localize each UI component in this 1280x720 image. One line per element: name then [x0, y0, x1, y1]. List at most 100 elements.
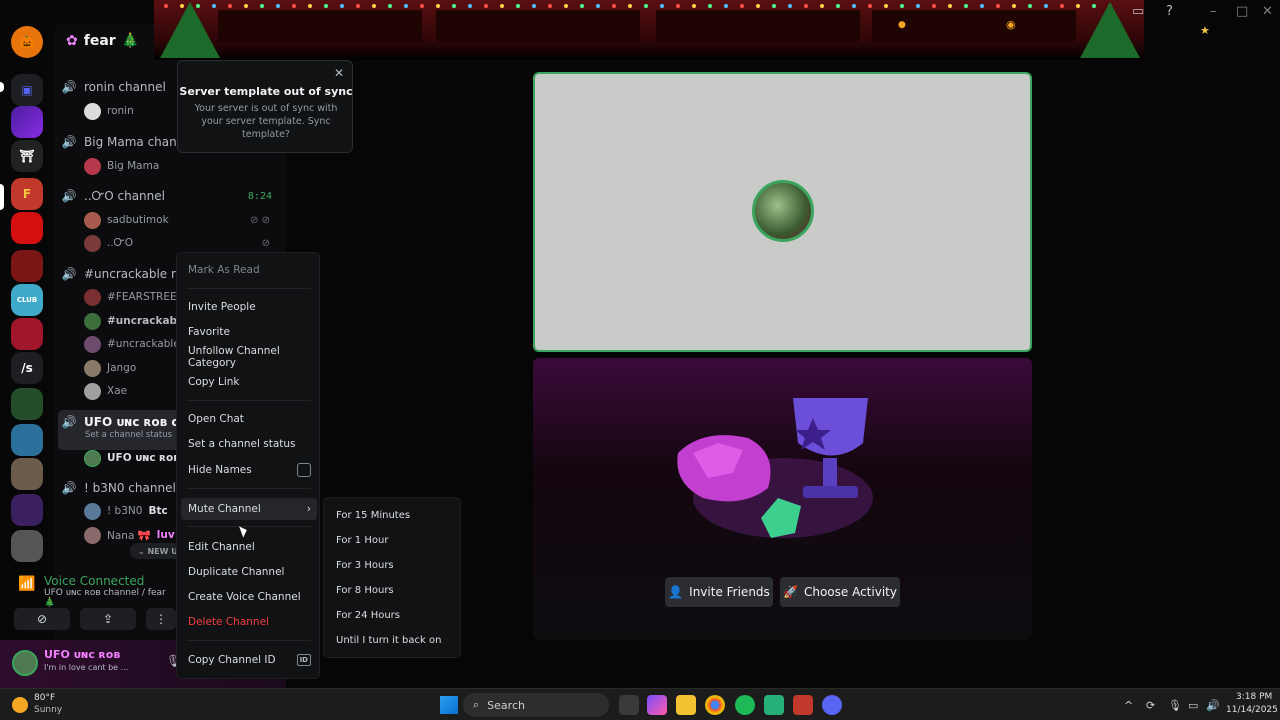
- camera-off-icon[interactable]: ⊘: [14, 608, 70, 630]
- server-name: fear: [83, 33, 116, 49]
- muted-icon: ⊘ ⊘: [250, 214, 270, 226]
- server-icon[interactable]: [11, 424, 43, 456]
- server-icon[interactable]: ⛩: [11, 140, 43, 172]
- mute-24-hours[interactable]: For 24 Hours: [328, 604, 458, 626]
- menu-mark-as-read[interactable]: Mark As Read: [181, 259, 317, 281]
- server-icon[interactable]: [11, 212, 43, 244]
- chevron-up-icon[interactable]: ^: [1124, 699, 1133, 712]
- network-app-icon[interactable]: ⟳: [1146, 699, 1155, 712]
- menu-edit-channel[interactable]: Edit Channel: [181, 536, 317, 558]
- folder-icon[interactable]: ▣: [11, 74, 43, 106]
- server-icon[interactable]: [11, 318, 43, 350]
- server-icon[interactable]: [11, 530, 43, 562]
- server-icon-active[interactable]: 🎃: [11, 26, 43, 58]
- voice-user[interactable]: Big Mama: [84, 156, 274, 176]
- id-icon: ID: [296, 654, 311, 666]
- light-bulb: [372, 4, 376, 8]
- server-icon[interactable]: [11, 388, 43, 420]
- weather-temp[interactable]: 80°F: [34, 693, 55, 703]
- mute-8-hours[interactable]: For 8 Hours: [328, 579, 458, 601]
- menu-invite-people[interactable]: Invite People: [181, 296, 317, 318]
- light-bulb: [1028, 4, 1032, 8]
- voice-channel-o[interactable]: 🔊 ..ᏅO channel 8:24: [62, 185, 282, 207]
- light-bulb: [532, 4, 536, 8]
- mic-tray-icon[interactable]: 🎙: [1168, 699, 1182, 712]
- invite-friends-button[interactable]: 👤 Invite Friends: [665, 577, 773, 607]
- help-icon[interactable]: ?: [1166, 4, 1173, 19]
- choose-activity-button[interactable]: 🚀 Choose Activity: [780, 577, 900, 607]
- popup-title: Server template out of sync: [179, 85, 353, 98]
- start-icon[interactable]: [440, 696, 458, 714]
- app-icon[interactable]: [764, 695, 784, 715]
- close-window-icon[interactable]: ✕: [1262, 4, 1273, 19]
- taskbar-search[interactable]: ⌕ Search: [463, 693, 609, 717]
- maximize-icon[interactable]: □: [1236, 4, 1248, 19]
- light-bulb: [228, 4, 232, 8]
- app-icon[interactable]: [793, 695, 813, 715]
- light-bulb: [308, 4, 312, 8]
- server-icon[interactable]: /s: [11, 352, 43, 384]
- menu-delete-channel[interactable]: Delete Channel: [181, 611, 317, 633]
- banner-panel: [656, 10, 860, 42]
- avatar: [84, 382, 101, 400]
- menu-favorite[interactable]: Favorite: [181, 321, 317, 343]
- server-icon[interactable]: F: [11, 178, 43, 210]
- server-icon[interactable]: [11, 250, 43, 282]
- light-bulb: [436, 4, 440, 8]
- light-bulb: [692, 4, 696, 8]
- menu-copy-channel-id[interactable]: Copy Channel ID ID: [181, 649, 317, 671]
- close-icon[interactable]: ✕: [334, 66, 344, 80]
- speaker-icon: 🔊: [61, 80, 77, 94]
- volume-icon[interactable]: 🔊: [1206, 699, 1220, 712]
- screen-share-icon[interactable]: ⇪: [80, 608, 136, 630]
- menu-duplicate-channel[interactable]: Duplicate Channel: [181, 561, 317, 583]
- chrome-icon[interactable]: [705, 695, 725, 715]
- menu-open-chat[interactable]: Open Chat: [181, 408, 317, 430]
- task-view-icon[interactable]: [619, 695, 639, 715]
- server-icon[interactable]: [11, 458, 43, 490]
- server-icon[interactable]: CLUB: [11, 284, 43, 316]
- light-bulb: [420, 4, 424, 8]
- mute-3-hours[interactable]: For 3 Hours: [328, 554, 458, 576]
- file-explorer-icon[interactable]: [676, 695, 696, 715]
- spotify-icon[interactable]: [735, 695, 755, 715]
- channel-context-menu: Mark As Read Invite People Favorite Unfo…: [176, 252, 320, 679]
- avatar: [84, 502, 101, 520]
- menu-copy-link[interactable]: Copy Link: [181, 371, 317, 393]
- holiday-banner: ● ◉ ★: [154, 0, 1210, 60]
- light-bulb: [932, 4, 936, 8]
- menu-set-channel-status[interactable]: Set a channel status: [181, 433, 317, 455]
- menu-hide-names[interactable]: Hide Names: [181, 459, 317, 481]
- menu-unfollow-category[interactable]: Unfollow Channel Category: [181, 345, 317, 369]
- wifi-icon[interactable]: ▭: [1188, 699, 1198, 712]
- mute-15-minutes[interactable]: For 15 Minutes: [328, 504, 458, 526]
- light-bulb: [1012, 4, 1016, 8]
- menu-create-voice-channel[interactable]: Create Voice Channel: [181, 586, 317, 608]
- mute-until-turned-on[interactable]: Until I turn it back on: [328, 629, 458, 651]
- voice-status[interactable]: Voice Connected: [44, 574, 144, 588]
- discord-icon[interactable]: [822, 695, 842, 715]
- copilot-icon[interactable]: [647, 695, 667, 715]
- minimize-icon[interactable]: –: [1210, 4, 1217, 19]
- clock-date[interactable]: 11/14/2025: [1226, 705, 1278, 715]
- light-bulb: [500, 4, 504, 8]
- voice-user[interactable]: ..ᏅO ⊘: [84, 233, 274, 253]
- mute-1-hour[interactable]: For 1 Hour: [328, 529, 458, 551]
- banner-panel: [218, 10, 422, 42]
- menu-mute-channel[interactable]: Mute Channel ›: [181, 498, 317, 520]
- record-icon: ◉: [1006, 18, 1016, 31]
- rocket-icon: 🚀: [783, 585, 798, 599]
- popup-body[interactable]: Your server is out of sync with your ser…: [186, 102, 346, 141]
- avatar: [84, 526, 101, 544]
- light-bulb: [276, 4, 280, 8]
- hide-names-checkbox[interactable]: [297, 463, 311, 477]
- voice-user[interactable]: sadbutimok ⊘ ⊘: [84, 210, 274, 230]
- activity-icon[interactable]: ⋮: [146, 608, 176, 630]
- server-icon[interactable]: [11, 106, 43, 138]
- server-icon[interactable]: [11, 494, 43, 526]
- light-bulb: [804, 4, 808, 8]
- inbox-icon[interactable]: ▭: [1132, 4, 1144, 19]
- clock-time[interactable]: 3:18 PM: [1236, 692, 1272, 702]
- signal-icon[interactable]: 📶: [18, 576, 35, 592]
- user-avatar[interactable]: [12, 650, 38, 676]
